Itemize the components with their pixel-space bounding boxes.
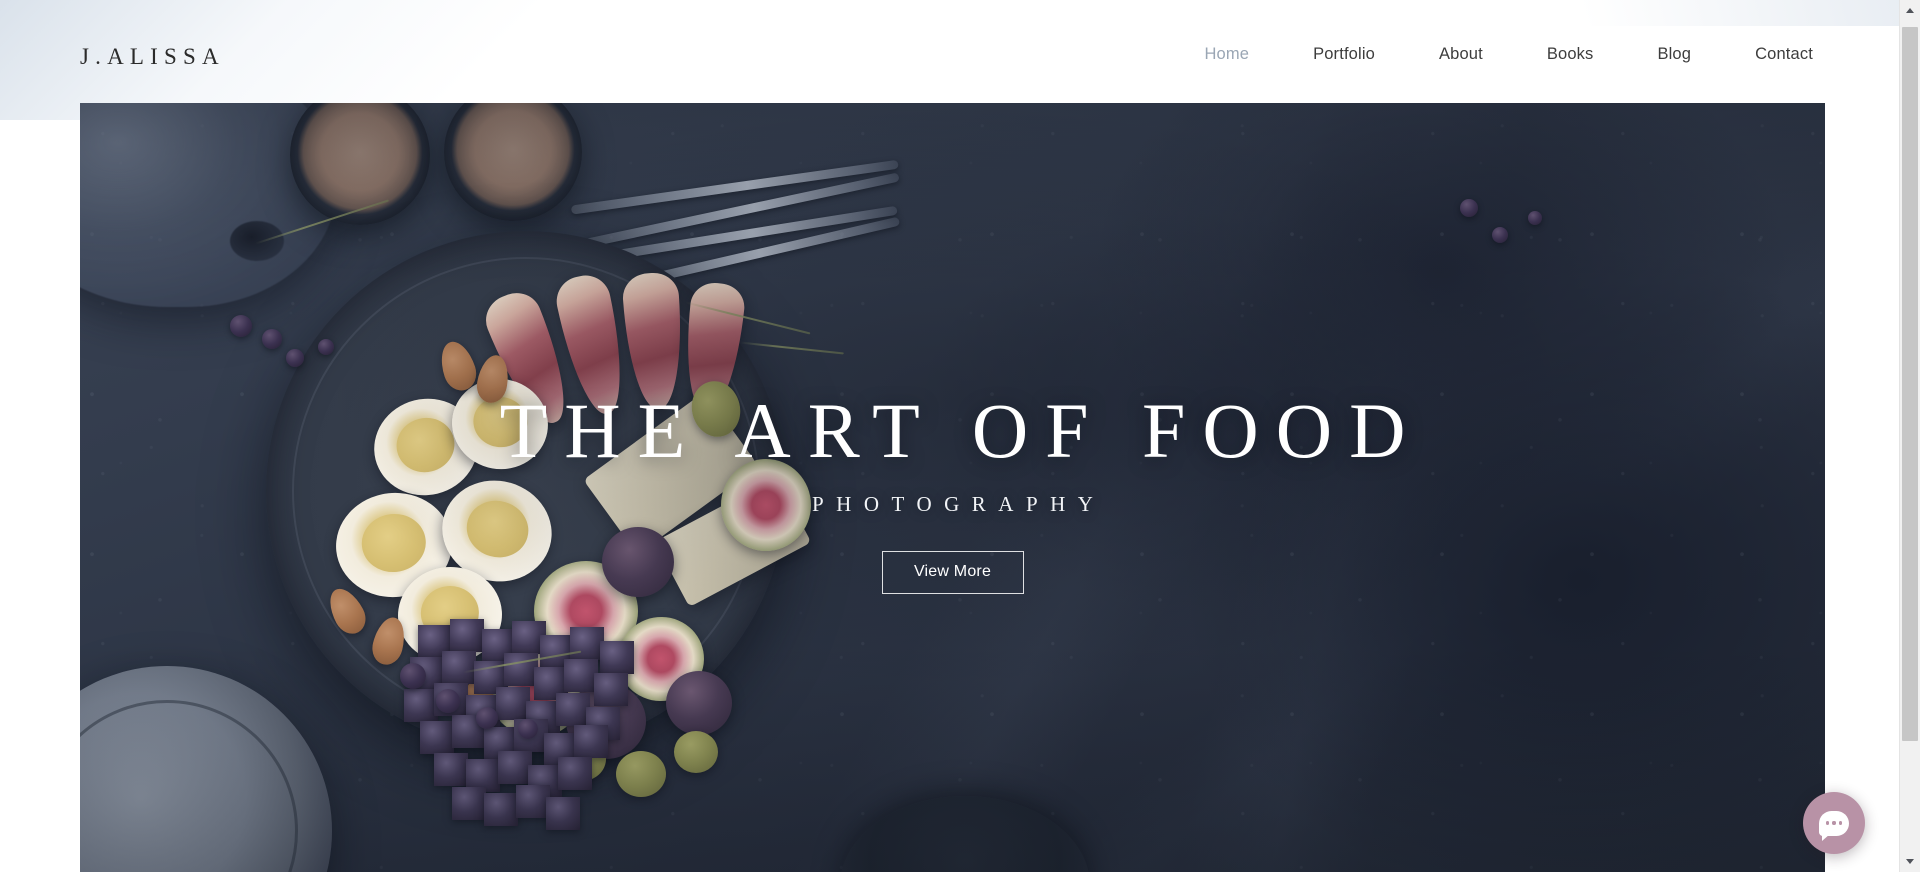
berry [1492,227,1508,243]
nav-item-about[interactable]: About [1439,45,1483,64]
nav-item-home[interactable]: Home [1204,45,1249,64]
berry [262,329,282,349]
chat-dot [1825,821,1830,825]
chevron-down-icon [1906,859,1914,864]
hero-copy-block: THE ART OF FOOD PHOTOGRAPHY View More [80,392,1825,594]
berry [286,349,304,367]
berry [400,663,426,689]
hero-subtitle: PHOTOGRAPHY [812,492,1106,516]
nav-link-about[interactable]: About [1439,45,1483,64]
page-viewport: J.ALISSA Home Portfolio About Books Blog… [0,0,1899,872]
nav-link-blog[interactable]: Blog [1657,45,1691,64]
chat-dot [1832,821,1836,825]
berry [436,689,460,713]
hero-section: THE ART OF FOOD PHOTOGRAPHY View More [80,103,1825,872]
nav-item-books[interactable]: Books [1547,45,1594,64]
scroll-up-button[interactable] [1900,0,1920,21]
berry [1460,199,1478,217]
berry [476,707,498,729]
chat-bubble-icon [1819,810,1849,841]
nav-link-home[interactable]: Home [1204,45,1249,64]
berry [230,315,252,337]
vertical-scrollbar[interactable] [1899,0,1920,872]
nav-link-contact[interactable]: Contact [1755,45,1813,64]
berry [318,339,334,355]
view-more-button[interactable]: View More [881,551,1024,594]
site-header: J.ALISSA Home Portfolio About Books Blog… [0,0,1899,103]
berry [518,719,538,739]
nav-item-portfolio[interactable]: Portfolio [1313,45,1375,64]
main-navigation: Home Portfolio About Books Blog Contact [1204,45,1813,64]
chevron-up-icon [1906,8,1914,13]
scroll-down-button[interactable] [1900,851,1920,872]
nav-item-contact[interactable]: Contact [1755,45,1813,64]
scrollbar-thumb[interactable] [1902,27,1918,741]
nav-link-books[interactable]: Books [1547,45,1594,64]
chat-launcher-button[interactable] [1803,792,1865,854]
berry [1528,211,1542,225]
site-logo[interactable]: J.ALISSA [80,44,225,70]
nav-item-blog[interactable]: Blog [1657,45,1691,64]
chat-dot [1838,821,1843,825]
hero-title: THE ART OF FOOD [499,387,1423,474]
nav-link-portfolio[interactable]: Portfolio [1313,45,1375,64]
